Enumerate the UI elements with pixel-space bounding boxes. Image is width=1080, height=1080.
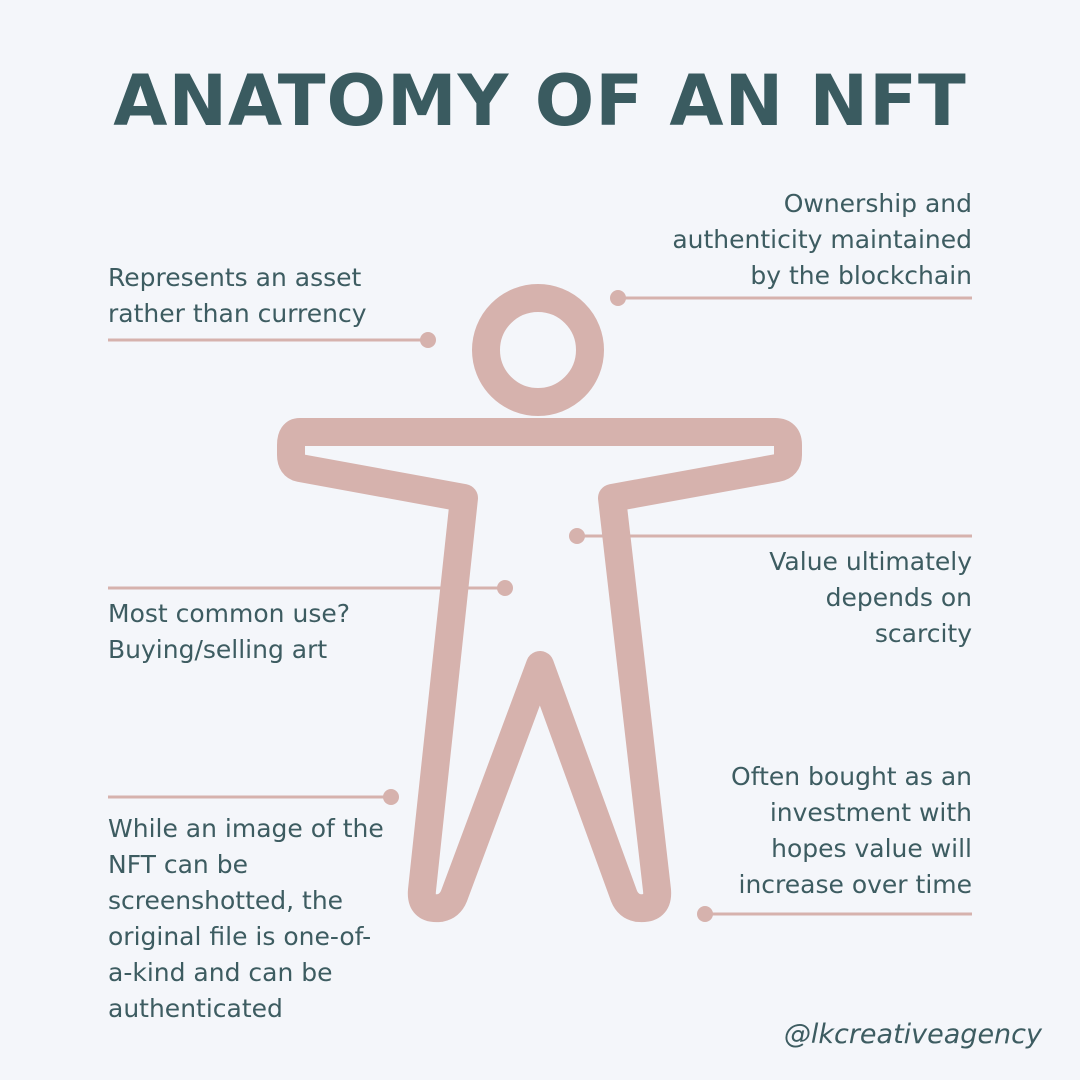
connector-dot-represents: [420, 332, 436, 348]
annotation-value: Value ultimately depends on scarcity: [769, 544, 972, 652]
annotation-ownership: Ownership and authenticity maintained by…: [672, 186, 972, 294]
social-handle: @lkcreativeagency: [783, 1019, 1042, 1050]
annotation-line: While an image of the: [108, 814, 384, 843]
connector-dot-investment: [697, 906, 713, 922]
annotation-line: screenshotted, the: [108, 886, 344, 915]
annotation-line: scarcity: [874, 619, 972, 648]
annotation-line: Value ultimately: [769, 547, 972, 576]
connector-dot-image: [383, 789, 399, 805]
annotation-investment: Often bought as an investment with hopes…: [731, 759, 972, 903]
annotation-line: investment with: [769, 798, 972, 827]
head-shape: [472, 284, 604, 416]
annotation-line: Often bought as an: [731, 762, 972, 791]
connector-dot-common-use: [497, 580, 513, 596]
annotation-line: hopes value will: [771, 834, 972, 863]
annotation-line: original file is one-of-: [108, 922, 372, 951]
annotation-line: Most common use?: [108, 599, 350, 628]
annotation-line: NFT can be: [108, 850, 248, 879]
annotation-line: Ownership and: [783, 189, 972, 218]
annotation-line: increase over time: [738, 870, 973, 899]
annotation-line: a-kind and can be: [108, 958, 333, 987]
annotation-represents: Represents an asset rather than currency: [108, 260, 367, 332]
annotation-line: rather than currency: [108, 299, 367, 328]
annotation-line: by the blockchain: [750, 261, 972, 290]
annotation-image: While an image of the NFT can be screens…: [108, 811, 384, 1027]
annotation-line: Buying/selling art: [108, 635, 328, 664]
connector-dot-value: [569, 528, 585, 544]
annotation-line: authenticated: [108, 994, 283, 1023]
annotation-line: Represents an asset: [108, 263, 362, 292]
annotation-line: authenticity maintained: [672, 225, 972, 254]
connector-dot-ownership: [610, 290, 626, 306]
annotation-line: depends on: [825, 583, 972, 612]
annotation-common-use: Most common use? Buying/selling art: [108, 596, 350, 668]
